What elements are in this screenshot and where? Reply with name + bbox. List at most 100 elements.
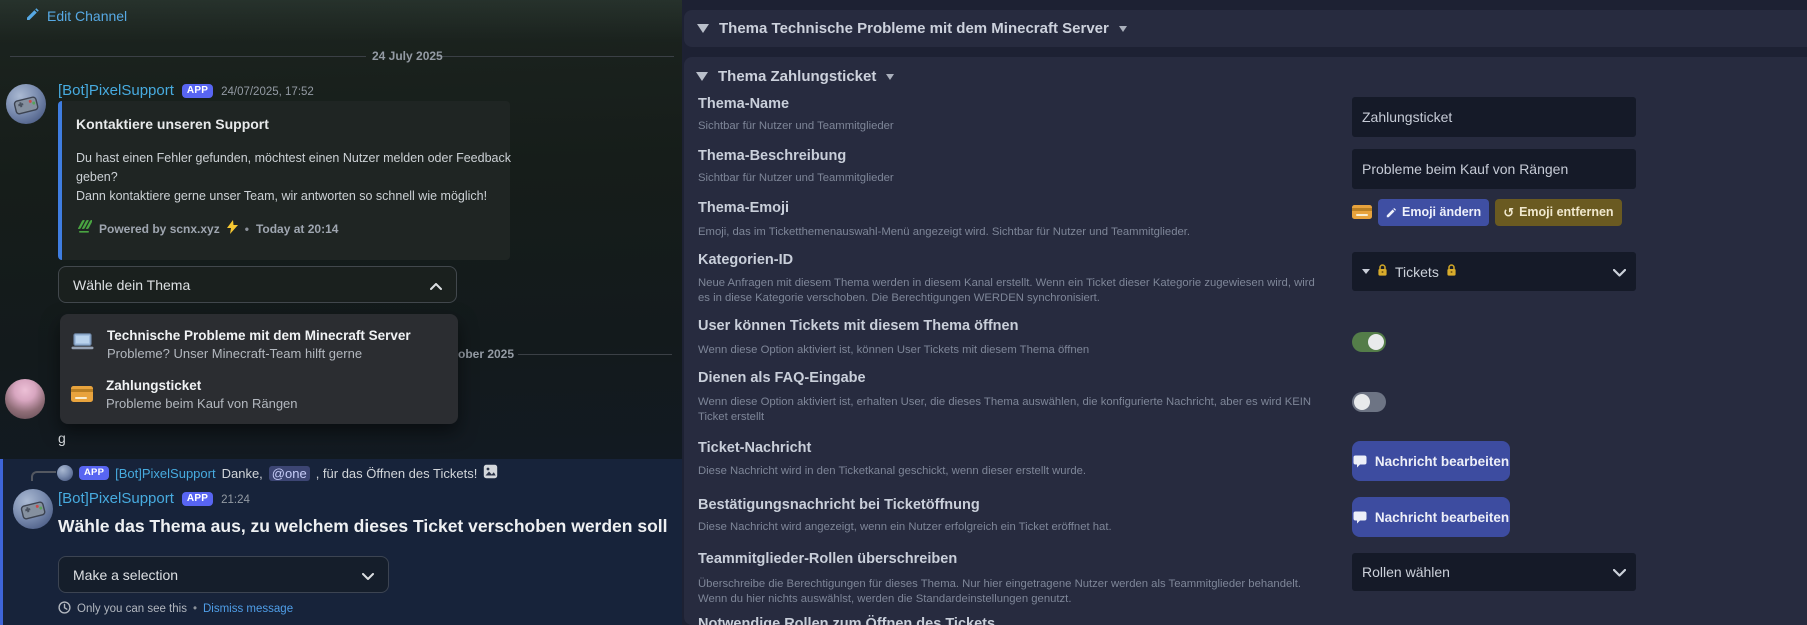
chevron-down-icon bbox=[362, 567, 374, 583]
speech-bubble-icon bbox=[1353, 455, 1367, 468]
chat-pane: Edit Channel 24 July 2025 [Bot]PixelSupp… bbox=[0, 0, 682, 625]
pencil-icon bbox=[26, 7, 40, 24]
section-title: Thema Zahlungsticket bbox=[718, 68, 876, 85]
app-badge: APP bbox=[182, 492, 213, 506]
credit-card-icon bbox=[71, 386, 93, 402]
dropdown-option-title: Technische Probleme mit dem Minecraft Se… bbox=[107, 328, 411, 343]
edit-confirmation-message-button[interactable]: Nachricht bearbeiten bbox=[1352, 497, 1510, 537]
chevron-down-icon bbox=[1613, 564, 1626, 580]
field-label-thema-emoji: Thema-Emoji bbox=[698, 200, 789, 216]
thema-beschreibung-input[interactable]: Probleme beim Kauf von Rängen bbox=[1352, 149, 1636, 189]
move-ticket-title: Wähle das Thema aus, zu welchem dieses T… bbox=[58, 516, 688, 537]
message-timestamp: 21:24 bbox=[221, 494, 250, 506]
edit-channel-button[interactable]: Edit Channel bbox=[26, 7, 127, 24]
field-label-team-rollen: Teammitglieder-Rollen überschreiben bbox=[698, 551, 957, 567]
reply-bot-username: [Bot]PixelSupport bbox=[115, 466, 215, 481]
laptop-icon bbox=[71, 333, 94, 355]
field-desc: Sichtbar für Nutzer und Teammitglieder bbox=[698, 171, 894, 186]
embed-footer-sep: • bbox=[245, 222, 249, 236]
dropdown-option-zahlungsticket[interactable]: Zahlungsticket Probleme beim Kauf von Rä… bbox=[60, 369, 458, 419]
settings-panel: Thema Technische Probleme mit dem Minecr… bbox=[682, 0, 1807, 625]
user-avatar[interactable] bbox=[5, 379, 45, 419]
field-label-thema-beschreibung: Thema-Beschreibung bbox=[698, 148, 846, 164]
roles-select-placeholder: Rollen wählen bbox=[1362, 564, 1450, 580]
filter-icon bbox=[696, 72, 708, 81]
date-divider-line bbox=[437, 56, 674, 57]
category-select-value: Tickets bbox=[1395, 264, 1439, 280]
image-attachment-icon bbox=[483, 464, 498, 482]
thema-name-input[interactable]: Zahlungsticket bbox=[1352, 97, 1636, 137]
bot-avatar[interactable] bbox=[13, 489, 53, 529]
date-divider-label: 24 July 2025 bbox=[372, 49, 443, 63]
speech-bubble-icon bbox=[1353, 511, 1367, 524]
edit-ticket-message-button[interactable]: Nachricht bearbeiten bbox=[1352, 441, 1510, 481]
message-highlight-stripe bbox=[0, 459, 3, 625]
embed-footer: Powered by scnx.xyz • Today at 20:14 bbox=[76, 219, 496, 238]
emoji-change-button[interactable]: Emoji ändern bbox=[1378, 199, 1489, 226]
chevron-down-icon bbox=[886, 74, 894, 80]
app-badge: APP bbox=[182, 84, 213, 98]
edit-channel-label: Edit Channel bbox=[47, 8, 127, 24]
date-divider-line bbox=[10, 56, 366, 57]
bot-avatar[interactable] bbox=[6, 84, 46, 124]
field-desc: Wenn diese Option aktiviert ist, erhalte… bbox=[698, 395, 1311, 425]
move-ticket-select[interactable]: Make a selection bbox=[58, 556, 389, 593]
app-badge: APP bbox=[79, 466, 109, 480]
reply-preview-prefix: Danke, bbox=[222, 466, 263, 481]
field-desc: Überschreibe die Berechtigungen für dies… bbox=[698, 577, 1301, 607]
emoji-controls-row: Emoji ändern ↺ Emoji entfernen bbox=[1352, 198, 1622, 226]
embed-body: Du hast einen Fehler gefunden, möchtest … bbox=[76, 149, 496, 206]
ephemeral-note: Only you can see this bbox=[77, 603, 187, 615]
ephemeral-sep: • bbox=[193, 603, 197, 615]
embed-footer-powered: Powered by scnx.xyz bbox=[99, 222, 220, 236]
user-open-toggle[interactable] bbox=[1352, 332, 1386, 352]
field-desc: Sichtbar für Nutzer und Teammitglieder bbox=[698, 119, 894, 134]
message-timestamp: 24/07/2025, 17:52 bbox=[221, 86, 314, 98]
chevron-down-icon bbox=[1119, 26, 1127, 32]
dropdown-option-desc: Probleme beim Kauf von Rängen bbox=[106, 396, 298, 411]
ephemeral-footer: Only you can see this • Dismiss message bbox=[58, 601, 293, 617]
category-select[interactable]: Tickets bbox=[1352, 252, 1636, 291]
section-zahlungsticket-card: Thema Zahlungsticket Thema-Name Sichtbar… bbox=[684, 57, 1807, 625]
move-ticket-select-placeholder: Make a selection bbox=[73, 567, 178, 583]
field-desc: Neue Anfragen mit diesem Thema werden in… bbox=[698, 276, 1315, 306]
dismiss-message-link[interactable]: Dismiss message bbox=[203, 603, 293, 615]
field-desc: Emoji, das im Ticketthemenauswahl-Menü a… bbox=[698, 225, 1190, 240]
field-label-user-open: User können Tickets mit diesem Thema öff… bbox=[698, 318, 1018, 334]
pencil-icon bbox=[1386, 207, 1397, 218]
roles-select[interactable]: Rollen wählen bbox=[1352, 553, 1636, 591]
section-minecraft-header[interactable]: Thema Technische Probleme mit dem Minecr… bbox=[684, 10, 1807, 47]
dropdown-option-desc: Probleme? Unser Minecraft-Team hilft ger… bbox=[107, 346, 411, 361]
bot-username[interactable]: [Bot]PixelSupport bbox=[58, 490, 174, 507]
bot-username[interactable]: [Bot]PixelSupport bbox=[58, 82, 174, 99]
reply-spine bbox=[31, 471, 56, 481]
field-desc: Diese Nachricht wird in den Ticketkanal … bbox=[698, 464, 1086, 479]
lightning-icon bbox=[227, 220, 238, 237]
credit-card-emoji bbox=[1352, 205, 1372, 219]
faq-toggle[interactable] bbox=[1352, 392, 1386, 412]
chevron-down-icon bbox=[1613, 264, 1626, 280]
category-caret-icon bbox=[1362, 269, 1370, 274]
topic-dropdown: Technische Probleme mit dem Minecraft Se… bbox=[60, 314, 458, 424]
field-label-clipped: Notwendige Rollen zum Öffnen des Tickets bbox=[698, 616, 995, 625]
dropdown-option-title: Zahlungsticket bbox=[106, 378, 298, 393]
topic-select-placeholder: Wähle dein Thema bbox=[73, 277, 190, 293]
reply-preview-suffix: , für das Öffnen des Tickets! bbox=[316, 466, 478, 481]
partial-date-divider-label: ober 2025 bbox=[458, 347, 514, 361]
section-title: Thema Technische Probleme mit dem Minecr… bbox=[719, 20, 1109, 37]
ephemeral-icon bbox=[58, 601, 71, 617]
topic-select[interactable]: Wähle dein Thema bbox=[58, 266, 457, 303]
field-label-kategorien-id: Kategorien-ID bbox=[698, 252, 793, 268]
section-zahlungsticket-header[interactable]: Thema Zahlungsticket bbox=[696, 68, 894, 85]
lock-icon bbox=[1446, 264, 1457, 280]
embed-footer-time: Today at 20:14 bbox=[256, 222, 338, 236]
undo-icon: ↺ bbox=[1503, 206, 1514, 219]
reply-preview-row[interactable]: APP [Bot]PixelSupport Danke, @one , für … bbox=[57, 464, 498, 482]
user-mention[interactable]: @one bbox=[269, 466, 310, 481]
dropdown-option-minecraft[interactable]: Technische Probleme mit dem Minecraft Se… bbox=[60, 319, 458, 369]
emoji-remove-button[interactable]: ↺ Emoji entfernen bbox=[1495, 199, 1621, 226]
filter-icon bbox=[697, 24, 709, 33]
field-label-ticket-nachricht: Ticket-Nachricht bbox=[698, 440, 811, 456]
message-header: [Bot]PixelSupport APP 21:24 bbox=[58, 490, 250, 507]
message-header: [Bot]PixelSupport APP 24/07/2025, 17:52 bbox=[58, 82, 314, 99]
